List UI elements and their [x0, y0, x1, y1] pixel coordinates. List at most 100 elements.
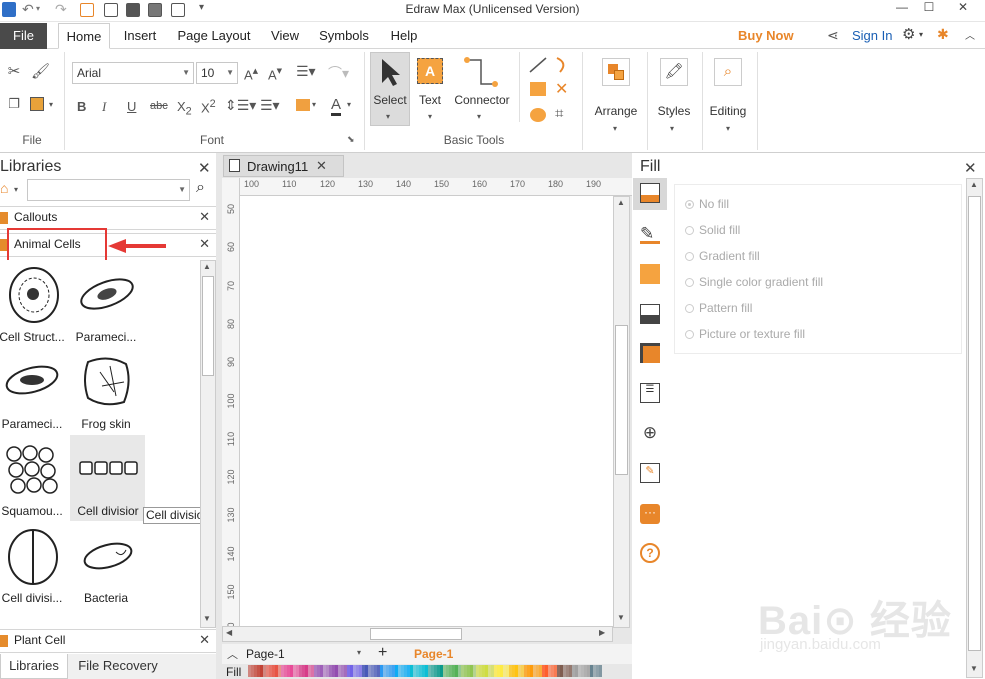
settings-gear-icon[interactable]: ⚙: [902, 25, 915, 43]
library-scroll-thumb[interactable]: [202, 276, 214, 376]
tab-home[interactable]: Home: [58, 23, 110, 49]
close-section-icon[interactable]: ✕: [199, 632, 210, 648]
highlight-dropdown-icon[interactable]: ▾: [312, 100, 316, 109]
library-section-callouts[interactable]: Callouts ✕: [0, 206, 216, 230]
grow-font-icon[interactable]: A▴: [244, 64, 258, 82]
image-icon[interactable]: [640, 304, 660, 324]
close-window-icon[interactable]: ✕: [956, 0, 970, 14]
editing-button[interactable]: Editing: [704, 104, 752, 118]
close-section-icon[interactable]: ✕: [199, 236, 210, 252]
tab-view[interactable]: View: [266, 23, 304, 49]
color-swatch[interactable]: [599, 665, 602, 677]
paste-icon[interactable]: [30, 97, 44, 111]
maximize-icon[interactable]: ☐: [922, 0, 936, 14]
ellipse-tool-icon[interactable]: [530, 108, 546, 122]
attachment-icon[interactable]: ✎: [640, 463, 660, 483]
file-menu-button[interactable]: File: [0, 23, 47, 49]
tab-symbols[interactable]: Symbols: [315, 23, 373, 49]
close-fill-panel-icon[interactable]: ✕: [964, 159, 977, 177]
fill-scroll-down-icon[interactable]: ▼: [970, 664, 978, 673]
fill-option[interactable]: Single color gradient fill: [685, 275, 823, 289]
drawing-page[interactable]: [240, 196, 613, 626]
buy-now-link[interactable]: Buy Now: [738, 28, 794, 43]
subscript-icon[interactable]: X2: [177, 99, 192, 118]
highlight-color-icon[interactable]: [296, 99, 310, 111]
canvas-hscroll-thumb[interactable]: [370, 628, 462, 640]
tab-file-recovery[interactable]: File Recovery: [68, 654, 168, 679]
font-color-dropdown-icon[interactable]: ▾: [347, 100, 351, 109]
cross-tool-icon[interactable]: ✕: [555, 79, 568, 99]
frog-skin-shape[interactable]: [80, 352, 134, 410]
bold-icon[interactable]: B: [77, 99, 86, 114]
close-section-icon[interactable]: ✕: [199, 209, 210, 225]
editing-search-icon[interactable]: ⌕: [714, 58, 742, 86]
page-tab[interactable]: Page-1: [414, 647, 453, 661]
italic-icon[interactable]: I: [102, 99, 106, 115]
radio-button[interactable]: [685, 330, 694, 339]
paramecium-2-shape[interactable]: [4, 360, 60, 400]
sign-in-link[interactable]: Sign In: [852, 28, 892, 43]
styles-icon[interactable]: 🖍: [660, 58, 688, 86]
share-icon[interactable]: ⋖: [827, 27, 839, 44]
home-icon[interactable]: ⌂: [0, 180, 8, 196]
fill-scroll-up-icon[interactable]: ▲: [970, 180, 978, 189]
close-libraries-icon[interactable]: ✕: [198, 159, 211, 177]
radio-button[interactable]: [685, 278, 694, 287]
page-bar-collapse-icon[interactable]: ︿: [227, 646, 238, 662]
underline-icon[interactable]: U: [127, 99, 136, 114]
line-tool-icon[interactable]: [528, 56, 548, 74]
fill-option[interactable]: No fill: [685, 197, 729, 211]
page-properties-icon[interactable]: ☰: [640, 383, 660, 403]
settings-dropdown-icon[interactable]: ▾: [919, 30, 923, 39]
tab-libraries[interactable]: Libraries: [0, 654, 68, 679]
search-icon[interactable]: ⌕: [196, 179, 205, 197]
fill-option[interactable]: Gradient fill: [685, 249, 760, 263]
library-search-input[interactable]: ▼: [27, 179, 190, 201]
copy-icon[interactable]: ❐: [5, 96, 23, 112]
cell-structure-shape[interactable]: [6, 266, 62, 324]
add-page-icon[interactable]: +: [378, 644, 387, 662]
shrink-font-icon[interactable]: A▾: [268, 64, 282, 82]
collapse-ribbon-icon[interactable]: ︿: [965, 27, 975, 42]
connector-tool-icon[interactable]: [463, 56, 499, 88]
scroll-down-icon[interactable]: ▼: [203, 614, 211, 623]
font-dialog-launcher-icon[interactable]: ⬊: [347, 134, 355, 145]
rectangle-tool-icon[interactable]: [530, 82, 546, 96]
arrange-button[interactable]: Arrange: [588, 104, 644, 118]
home-dropdown-icon[interactable]: ▾: [14, 185, 18, 194]
arrange-icon[interactable]: [602, 58, 630, 86]
font-color-icon[interactable]: A: [331, 96, 342, 116]
strikethrough-icon[interactable]: abc: [150, 100, 168, 112]
fill-option[interactable]: Solid fill: [685, 223, 740, 237]
squamous-shape[interactable]: [4, 444, 62, 496]
styles-button[interactable]: Styles: [651, 104, 697, 118]
library-section-plant-cell[interactable]: Plant Cell ✕: [0, 629, 216, 653]
line-style-icon[interactable]: ✎: [640, 224, 660, 244]
cut-icon[interactable]: ✂: [5, 62, 23, 80]
text-direction-icon[interactable]: ⌒▾: [328, 63, 349, 83]
radio-button[interactable]: [685, 252, 694, 261]
minimize-icon[interactable]: —: [895, 0, 909, 14]
fill-option[interactable]: Picture or texture fill: [685, 327, 805, 341]
paste-dropdown-icon[interactable]: ▾: [49, 100, 53, 109]
connector-tool-label[interactable]: Connector: [450, 93, 514, 107]
canvas-vscroll-thumb[interactable]: [615, 325, 628, 475]
tab-page-layout[interactable]: Page Layout: [173, 23, 255, 49]
text-tool-icon[interactable]: A: [417, 58, 443, 84]
cell-division-shape[interactable]: [78, 458, 138, 478]
tab-help[interactable]: Help: [386, 23, 422, 49]
page-dropdown-icon[interactable]: ▾: [357, 648, 361, 657]
text-tool-label[interactable]: Text: [412, 93, 448, 107]
radio-button[interactable]: [685, 200, 694, 209]
cell-division-2-shape[interactable]: [6, 528, 60, 586]
format-painter-icon[interactable]: 🖌: [31, 62, 50, 80]
fill-scroll-thumb[interactable]: [968, 196, 981, 651]
font-size-select[interactable]: 10 ▼: [196, 62, 238, 84]
shadow-icon[interactable]: [640, 343, 660, 363]
fill-bucket-icon[interactable]: [640, 183, 660, 203]
theme-icon[interactable]: ✱: [937, 26, 949, 43]
shape-color-icon[interactable]: [640, 264, 660, 284]
vscroll-down-icon[interactable]: ▼: [617, 613, 625, 622]
line-spacing-icon[interactable]: ⇕☰▾: [225, 97, 256, 114]
fill-option[interactable]: Pattern fill: [685, 301, 752, 315]
